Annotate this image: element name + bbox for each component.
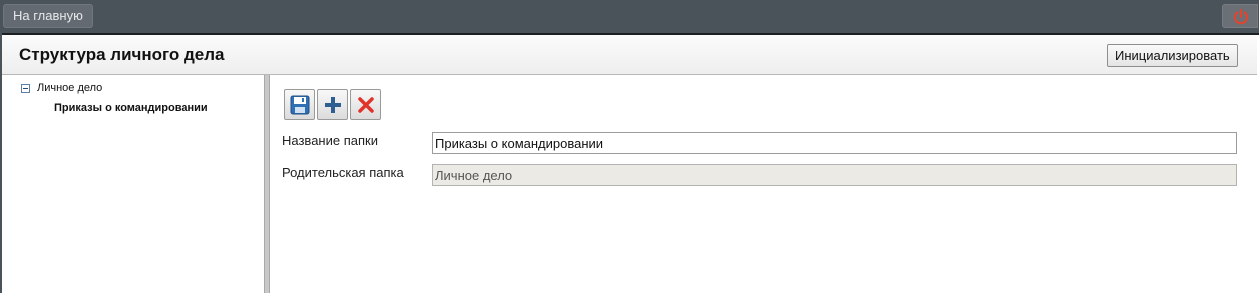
panel-splitter[interactable] <box>264 75 270 293</box>
top-bar: На главную <box>0 0 1259 33</box>
folder-name-label: Название папки <box>282 133 378 148</box>
main-panel: Структура личного дела Инициализировать … <box>2 33 1259 293</box>
delete-button[interactable] <box>350 89 381 120</box>
tree-node-label[interactable]: Личное дело <box>37 82 102 94</box>
power-button[interactable] <box>1222 4 1258 28</box>
power-icon <box>1233 8 1249 25</box>
home-button[interactable]: На главную <box>3 4 93 28</box>
parent-folder-label: Родительская папка <box>282 165 404 180</box>
panel-header: Структура личного дела Инициализировать <box>2 35 1257 75</box>
save-icon <box>290 95 310 115</box>
initialize-button[interactable]: Инициализировать <box>1107 44 1238 67</box>
plus-icon <box>325 97 341 113</box>
save-button[interactable] <box>284 89 315 120</box>
tree-node-root[interactable]: Личное дело <box>21 82 102 94</box>
page-title: Структура личного дела <box>19 45 225 64</box>
folder-name-input[interactable] <box>432 132 1237 154</box>
parent-folder-field <box>432 164 1237 186</box>
add-button[interactable] <box>317 89 348 120</box>
close-icon <box>358 97 374 113</box>
form-toolbar <box>284 89 381 120</box>
collapse-icon[interactable] <box>21 83 30 93</box>
tree-node-child[interactable]: Приказы о командировании <box>54 102 208 114</box>
folder-tree: Личное дело Приказы о командировании <box>2 75 264 293</box>
